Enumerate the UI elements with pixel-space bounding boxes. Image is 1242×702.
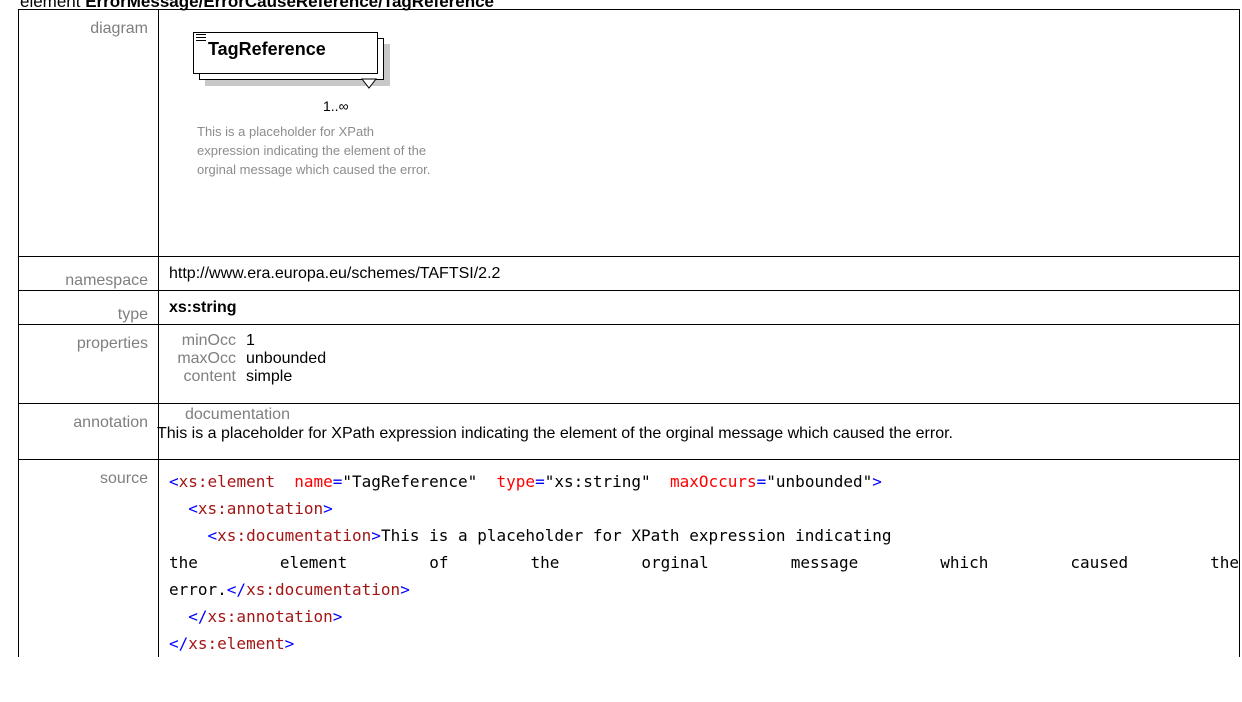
schema-doc-table: diagram TagReference 1..∞ This is a plac… xyxy=(18,9,1240,657)
source-line: </xs:annotation> xyxy=(188,607,343,626)
row-diagram: diagram TagReference 1..∞ This is a plac… xyxy=(18,9,1240,257)
label-type: type xyxy=(18,290,159,325)
label-namespace: namespace xyxy=(18,256,159,291)
cardinality: 1..∞ xyxy=(323,98,349,114)
element-lines-icon xyxy=(196,34,206,43)
source-code: <xs:element name="TagReference" type="xs… xyxy=(158,459,1240,657)
row-source: source <xs:element name="TagReference" t… xyxy=(18,459,1240,657)
element-name: TagReference xyxy=(208,39,326,59)
properties-list: minOcc 1 maxOcc unbounded content simple xyxy=(159,325,1239,403)
annotation-text: This is a placeholder for XPath expressi… xyxy=(157,425,953,442)
row-type: type xs:string xyxy=(18,290,1240,325)
label-source: source xyxy=(18,459,159,657)
source-line: <xs:element name="TagReference" type="xs… xyxy=(169,472,882,491)
source-line: <xs:documentation>This is a placeholder … xyxy=(207,526,892,545)
property-row: maxOcc unbounded xyxy=(177,350,327,367)
row-properties: properties minOcc 1 maxOcc unbounded conte… xyxy=(18,324,1240,404)
label-diagram: diagram xyxy=(18,9,159,257)
label-properties: properties xyxy=(18,324,159,404)
type-value: xs:string xyxy=(169,299,237,316)
annotation-header: documentation xyxy=(185,406,290,423)
row-annotation: annotation documentation This is a place… xyxy=(18,403,1240,460)
collapse-triangle-icon xyxy=(361,78,377,89)
row-namespace: namespace http://www.era.europa.eu/schem… xyxy=(18,256,1240,291)
source-line: <xs:annotation> xyxy=(188,499,333,518)
diagram-doc: This is a placeholder for XPath expressi… xyxy=(197,124,431,177)
property-row: minOcc 1 xyxy=(181,332,255,349)
element-box: TagReference xyxy=(193,32,390,87)
namespace-value: http://www.era.europa.eu/schemes/TAFTSI/… xyxy=(158,256,1240,291)
label-annotation: annotation xyxy=(18,403,159,460)
source-line: </xs:element> xyxy=(169,634,295,653)
source-line: error.</xs:documentation> xyxy=(169,580,410,599)
source-line: the element of the orginal message which… xyxy=(169,553,1239,572)
element-diagram: TagReference 1..∞ This is a placeholder … xyxy=(169,18,1239,256)
property-row: content simple xyxy=(183,368,293,385)
